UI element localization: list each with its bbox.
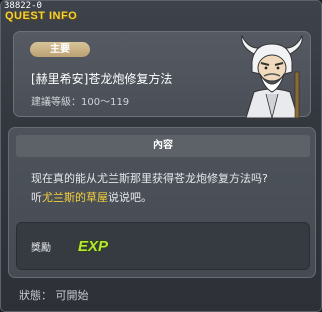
quest-info-window: 38822-0 QUEST INFO 主要 [赫里希安]苍龙炮修复方法 建議等級… [0, 0, 322, 312]
description-prefix: 听 [31, 191, 42, 204]
quest-title: [赫里希安]苍龙炮修复方法 [31, 72, 173, 86]
quest-description: 现在真的能从尤兰斯那里获得苍龙炮修复方法吗? 听尤兰斯的草屋说说吧。 [31, 169, 311, 207]
exp-reward-icon[interactable]: EXP [77, 236, 111, 254]
description-suffix: 说说吧。 [108, 191, 152, 204]
npc-portrait-icon [241, 34, 303, 118]
quest-content-panel: 內容 现在真的能从尤兰斯那里获得苍龙炮修复方法吗? 听尤兰斯的草屋说说吧。 獎勵… [8, 127, 316, 278]
content-header: 內容 [16, 135, 310, 157]
description-line-1: 现在真的能从尤兰斯那里获得苍龙炮修复方法吗? [31, 172, 268, 185]
quest-type-badge: 主要 [30, 42, 90, 57]
recommended-level: 建議等級：100～119 [31, 97, 130, 108]
window-title: QUEST INFO [5, 10, 78, 22]
reward-label: 獎勵 [31, 243, 51, 254]
npc-location-link[interactable]: 尤兰斯的草屋 [42, 191, 108, 204]
quest-status: 狀態： 可開始 [19, 289, 89, 302]
exp-icon-text: EXP [78, 238, 109, 254]
reward-box: 獎勵 EXP [16, 222, 310, 270]
description-line-2: 听尤兰斯的草屋说说吧。 [31, 188, 311, 207]
quest-header-panel: 主要 [赫里希安]苍龙炮修复方法 建議等級：100～119 [13, 31, 311, 118]
